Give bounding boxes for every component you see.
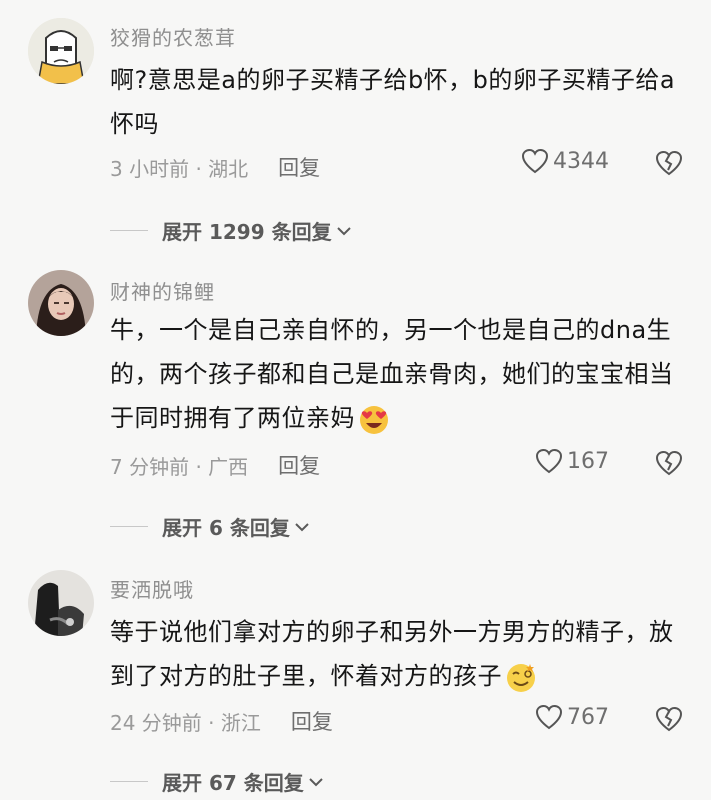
comment-item: 要洒脱哦 等于说他们拿对方的卵子和另外一方男方的精子，放到了对方的肚子里，怀着对… <box>0 564 711 800</box>
heart-icon <box>535 448 563 474</box>
comment-time-location: 3 小时前 · 湖北 <box>110 156 249 181</box>
expand-replies-label: 展开 6 条回复 <box>162 516 290 540</box>
like-count: 767 <box>567 704 609 730</box>
comment-text-body: 牛，一个是自己亲自怀的，另一个也是自己的dna生的，两个孩子都和自己是血亲骨肉，… <box>110 316 674 432</box>
comment-item: 财神的锦鲤 牛，一个是自己亲自怀的，另一个也是自己的dna生的，两个孩子都和自己… <box>0 260 711 550</box>
like-button[interactable]: 4344 <box>521 148 609 174</box>
divider <box>110 526 148 527</box>
dislike-button[interactable] <box>655 450 683 480</box>
comment-author[interactable]: 财神的锦鲤 <box>110 276 215 305</box>
reply-button[interactable]: 回复 <box>278 152 320 182</box>
comment-author[interactable]: 要洒脱哦 <box>110 574 194 603</box>
chevron-down-icon <box>295 522 309 531</box>
like-count: 4344 <box>553 148 609 174</box>
chevron-down-icon <box>309 777 323 786</box>
comment-text: 牛，一个是自己亲自怀的，另一个也是自己的dna生的，两个孩子都和自己是血亲骨肉，… <box>110 308 695 440</box>
heart-icon <box>535 704 563 730</box>
comment-text: 啊?意思是a的卵子买精子给b怀，b的卵子买精子给a怀吗 <box>110 66 676 138</box>
reply-button[interactable]: 回复 <box>278 450 320 480</box>
divider <box>110 781 148 782</box>
broken-heart-icon <box>655 450 683 476</box>
woman-photo-avatar <box>28 270 94 336</box>
comment-time-location: 7 分钟前 · 广西 <box>110 454 249 479</box>
chevron-down-icon <box>336 226 351 235</box>
broken-heart-icon <box>655 706 683 732</box>
dizzy-smile-emoji <box>507 664 535 692</box>
comment-text-body: 等于说他们拿对方的卵子和另外一方男方的精子，放到了对方的肚子里，怀着对方的孩子 <box>110 618 674 690</box>
like-button[interactable]: 167 <box>535 448 609 474</box>
expand-replies-label: 展开 67 条回复 <box>162 771 304 795</box>
comment-meta: 7 分钟前 · 广西 回复 <box>110 450 320 480</box>
reply-button[interactable]: 回复 <box>291 706 333 736</box>
avatar[interactable] <box>28 570 94 636</box>
dislike-button[interactable] <box>655 706 683 736</box>
avatar[interactable] <box>28 270 94 336</box>
heart-icon <box>521 148 549 174</box>
comment-meta: 24 分钟前 · 浙江 回复 <box>110 706 333 736</box>
avatar[interactable] <box>28 18 94 84</box>
comment-text: 等于说他们拿对方的卵子和另外一方男方的精子，放到了对方的肚子里，怀着对方的孩子 <box>110 610 695 698</box>
cartoon-face-icon <box>28 18 94 84</box>
expand-replies-button[interactable]: 展开 1299 条回复 <box>110 216 352 245</box>
divider <box>110 230 148 231</box>
expand-replies-button[interactable]: 展开 67 条回复 <box>110 767 324 796</box>
comment-item: 狡猾的农葱茸 啊?意思是a的卵子买精子给b怀，b的卵子买精子给a怀吗 3 小时前… <box>0 0 711 250</box>
broken-heart-icon <box>655 150 683 176</box>
like-count: 167 <box>567 448 609 474</box>
comment-time-location: 24 分钟前 · 浙江 <box>110 710 261 735</box>
expand-replies-label: 展开 1299 条回复 <box>162 220 332 244</box>
comment-author[interactable]: 狡猾的农葱茸 <box>110 22 236 51</box>
heart-eyes-emoji <box>360 406 388 434</box>
dislike-button[interactable] <box>655 150 683 180</box>
like-button[interactable]: 767 <box>535 704 609 730</box>
expand-replies-button[interactable]: 展开 6 条回复 <box>110 512 310 541</box>
comment-meta: 3 小时前 · 湖北 回复 <box>110 152 320 182</box>
dark-photo-avatar <box>28 570 94 636</box>
